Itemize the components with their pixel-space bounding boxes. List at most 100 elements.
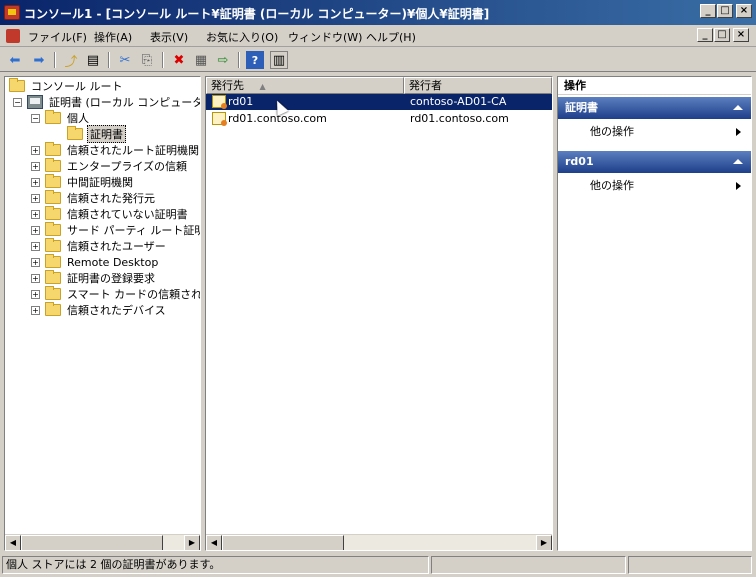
show-hide-tree-icon[interactable]: ▤ xyxy=(84,51,102,69)
folder-icon xyxy=(45,174,61,188)
issued-by-cell: contoso-AD01-CA xyxy=(410,95,507,108)
list-horizontal-scrollbar[interactable]: ◀ ▶ xyxy=(206,534,552,550)
copy-icon[interactable]: ⎘ xyxy=(138,51,156,69)
expand-icon[interactable]: + xyxy=(31,193,40,203)
collapse-icon[interactable]: − xyxy=(13,97,22,107)
certificate-list-pane[interactable]: 発行先 ▲ 発行者 rd01 contoso-AD01-CA rd01.cont… xyxy=(205,76,553,551)
expand-icon[interactable]: + xyxy=(31,241,40,251)
action-section-rd01[interactable]: rd01 xyxy=(558,151,751,173)
close-button[interactable]: × xyxy=(736,4,752,18)
back-icon[interactable]: ⬅ xyxy=(6,51,24,69)
scroll-right-icon[interactable]: ▶ xyxy=(536,535,552,550)
status-text: 個人 ストアには 2 個の証明書があります。 xyxy=(2,556,429,574)
tree-node-label: 証明書 xyxy=(87,125,126,143)
folder-icon xyxy=(45,206,61,220)
expand-icon[interactable]: + xyxy=(31,225,40,235)
tree-node-label: 証明書の登録要求 xyxy=(67,272,155,285)
collapse-up-icon[interactable] xyxy=(733,105,743,110)
scroll-right-icon[interactable]: ▶ xyxy=(184,535,200,550)
console-document-icon[interactable] xyxy=(6,29,20,43)
menu-action[interactable]: 操作(A) xyxy=(94,29,132,45)
window-title: コンソール1 - [コンソール ルート¥証明書 (ローカル コンピューター)¥個… xyxy=(24,7,490,21)
expand-icon[interactable]: + xyxy=(31,289,40,299)
menu-help[interactable]: ヘルプ(H) xyxy=(366,29,416,45)
menu-window[interactable]: ウィンドウ(W) xyxy=(288,29,362,45)
tree-node-label: 中間証明機関 xyxy=(67,176,133,189)
tree-node-console-root[interactable]: コンソール ルート xyxy=(9,78,125,94)
mdi-restore-button[interactable]: □ xyxy=(714,28,730,42)
table-row[interactable]: rd01.contoso.com rd01.contoso.com xyxy=(206,111,552,127)
expand-icon[interactable]: + xyxy=(31,177,40,187)
tree-node-personal[interactable]: − 個人 xyxy=(31,110,91,126)
tree-node-personal-certificates[interactable]: 証明書 xyxy=(67,125,126,143)
status-panel-2 xyxy=(431,556,626,574)
tree-node-certificates-local[interactable]: − 証明書 (ローカル コンピューター) xyxy=(13,94,200,110)
forward-icon[interactable]: ➡ xyxy=(30,51,48,69)
tree-node-remote-desktop[interactable]: + Remote Desktop xyxy=(31,254,160,270)
tree-node-label: サード パーティ ルート証明機関 xyxy=(67,224,200,237)
expand-icon[interactable]: + xyxy=(31,145,40,155)
scroll-left-icon[interactable]: ◀ xyxy=(206,535,222,550)
export-icon[interactable]: ⇨ xyxy=(214,51,232,69)
expand-icon[interactable]: + xyxy=(31,257,40,267)
action-more-actions[interactable]: 他の操作 xyxy=(558,177,751,195)
certificate-icon xyxy=(212,95,227,109)
properties-icon[interactable]: ▦ xyxy=(192,51,210,69)
toolbar-separator xyxy=(162,52,164,68)
delete-icon[interactable]: ✖ xyxy=(170,51,188,69)
tree-node-label: 信頼されていない証明書 xyxy=(67,208,188,221)
mdi-minimize-button[interactable]: _ xyxy=(697,28,713,42)
scroll-thumb[interactable] xyxy=(21,535,163,550)
tree-node-trusted-publishers[interactable]: + 信頼された発行元 xyxy=(31,190,157,206)
folder-icon xyxy=(45,190,61,204)
tree-node-enterprise-trust[interactable]: + エンタープライズの信頼 xyxy=(31,158,189,174)
folder-icon xyxy=(45,302,61,316)
expand-icon[interactable]: + xyxy=(31,161,40,171)
mdi-close-button[interactable]: × xyxy=(733,28,749,42)
show-hide-action-pane-icon[interactable]: ▥ xyxy=(270,51,288,69)
folder-icon xyxy=(45,254,61,268)
submenu-arrow-icon xyxy=(736,182,741,190)
folder-icon xyxy=(9,78,25,92)
column-header-issued-to[interactable]: 発行先 ▲ xyxy=(206,77,404,94)
column-header-issued-by[interactable]: 発行者 xyxy=(404,77,552,94)
maximize-button[interactable]: □ xyxy=(717,4,733,18)
scroll-thumb[interactable] xyxy=(222,535,344,550)
tree-node-label: 証明書 (ローカル コンピューター) xyxy=(49,96,200,109)
action-section-certificates[interactable]: 証明書 xyxy=(558,97,751,119)
issued-by-cell: rd01.contoso.com xyxy=(410,112,509,125)
minimize-button[interactable]: _ xyxy=(700,4,716,18)
scroll-left-icon[interactable]: ◀ xyxy=(5,535,21,550)
menu-file[interactable]: ファイル(F) xyxy=(28,29,87,45)
tree-node-label: 信頼されたデバイス xyxy=(67,304,166,317)
menu-favorites[interactable]: お気に入り(O) xyxy=(206,29,278,45)
folder-icon xyxy=(45,286,61,300)
tree-node-third-party-root[interactable]: + サード パーティ ルート証明機関 xyxy=(31,222,200,238)
menu-view[interactable]: 表示(V) xyxy=(150,29,188,45)
column-header-label: 発行者 xyxy=(409,79,442,92)
tree-node-untrusted[interactable]: + 信頼されていない証明書 xyxy=(31,206,190,222)
folder-icon xyxy=(45,158,61,172)
toolbar: ⬅ ➡ ⤴ ▤ ✂ ⎘ ✖ ▦ ⇨ ? ▥ xyxy=(0,48,756,72)
issued-to-cell: rd01 xyxy=(228,95,254,108)
expand-icon[interactable]: + xyxy=(31,273,40,283)
table-row[interactable]: rd01 contoso-AD01-CA xyxy=(206,94,552,110)
mmc-app-icon[interactable] xyxy=(4,5,20,20)
tree-node-trusted-root[interactable]: + 信頼されたルート証明機関 xyxy=(31,142,200,158)
collapse-icon[interactable]: − xyxy=(31,113,40,123)
tree-node-enrollment-requests[interactable]: + 証明書の登録要求 xyxy=(31,270,157,286)
tree-node-smart-card-root[interactable]: + スマート カードの信頼されたルート xyxy=(31,286,200,302)
expand-icon[interactable]: + xyxy=(31,209,40,219)
console-tree-pane[interactable]: コンソール ルート − 証明書 (ローカル コンピューター) − 個人 証明書 … xyxy=(4,76,201,551)
tree-horizontal-scrollbar[interactable]: ◀ ▶ xyxy=(5,534,200,550)
action-more-actions[interactable]: 他の操作 xyxy=(558,123,751,141)
tree-node-trusted-people[interactable]: + 信頼されたユーザー xyxy=(31,238,168,254)
expand-icon[interactable]: + xyxy=(31,305,40,315)
help-icon[interactable]: ? xyxy=(246,51,264,69)
collapse-up-icon[interactable] xyxy=(733,159,743,164)
tree-node-label: 個人 xyxy=(67,112,89,125)
tree-node-intermediate-ca[interactable]: + 中間証明機関 xyxy=(31,174,135,190)
cut-icon[interactable]: ✂ xyxy=(116,51,134,69)
tree-node-trusted-devices[interactable]: + 信頼されたデバイス xyxy=(31,302,168,318)
up-folder-icon[interactable]: ⤴ xyxy=(62,51,80,70)
